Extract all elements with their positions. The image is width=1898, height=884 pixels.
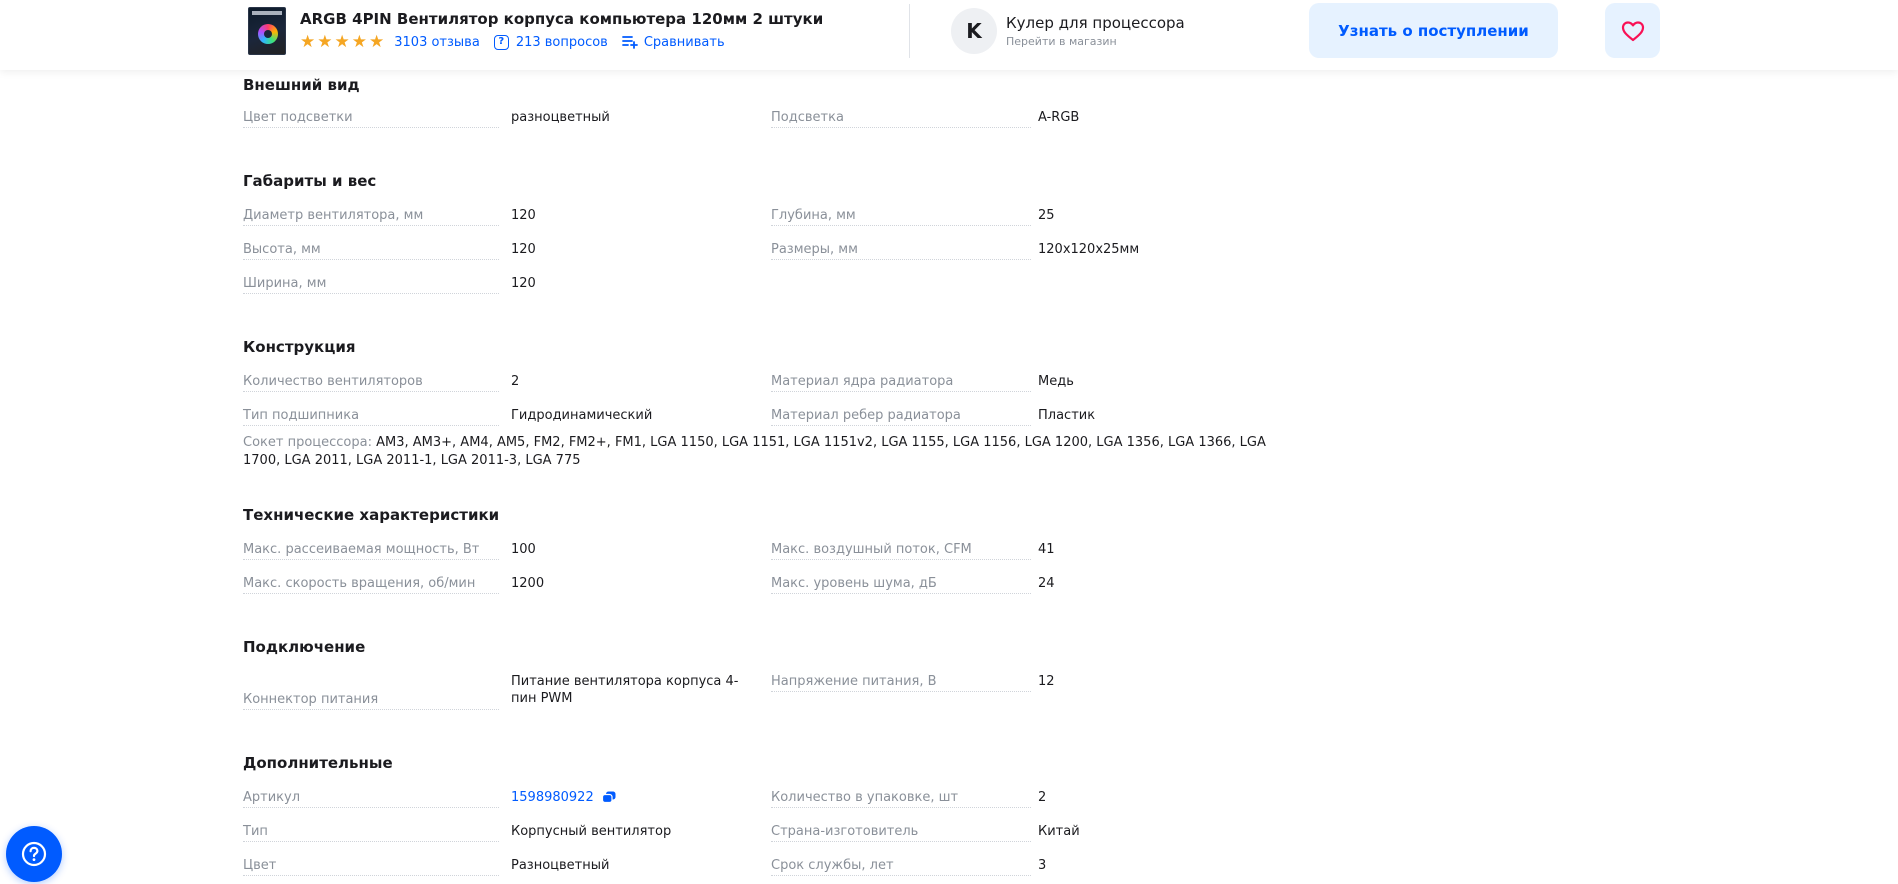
notify-arrival-button[interactable]: Узнать о поступлении [1309, 3, 1558, 58]
star-icon: ★ [334, 31, 350, 52]
help-button[interactable] [6, 826, 62, 882]
spec-value-color: Разноцветный [511, 858, 610, 873]
product-title[interactable]: ARGB 4PIN Вентилятор корпуса компьютера … [300, 10, 823, 28]
spec-value-type: Корпусный вентилятор [511, 824, 672, 839]
spec-label-fin-material: Материал ребер радиатора [771, 408, 1031, 426]
thumbnail-strip [252, 11, 282, 15]
spec-label-max-airflow: Макс. воздушный поток, CFM [771, 542, 1031, 560]
header-divider [909, 4, 910, 58]
spec-label-country: Страна-изготовитель [771, 824, 1031, 842]
spec-value-width: 120 [511, 276, 536, 291]
spec-label-fan-diameter: Диаметр вентилятора, мм [243, 208, 499, 226]
spec-label-type: Тип [243, 824, 499, 842]
spec-label-max-power: Макс. рассеиваемая мощность, Вт [243, 542, 499, 560]
spec-value-power-connector: Питание вентилятора корпуса 4-пин PWM [511, 674, 739, 706]
spec-value-country: Китай [1038, 824, 1080, 839]
star-icon: ★ [317, 31, 333, 52]
shop-name[interactable]: Кулер для процессора [1006, 14, 1185, 32]
spec-label-backlight: Подсветка [771, 110, 1031, 128]
spec-label-color: Цвет [243, 858, 499, 876]
product-thumbnail[interactable] [248, 7, 286, 55]
spec-value-size: 120х120х25мм [1038, 242, 1140, 257]
spec-label-height: Высота, мм [243, 242, 499, 260]
spec-socket: Сокет процессора: AM3, AM3+, AM4, AM5, F… [243, 434, 1303, 470]
question-icon: ? [493, 34, 509, 50]
spec-value-max-airflow: 41 [1038, 542, 1055, 557]
shop-avatar[interactable]: K [951, 8, 997, 54]
spec-value-max-noise: 24 [1038, 576, 1055, 591]
section-title-additional: Дополнительные [243, 754, 393, 772]
spec-label-fan-count: Количество вентиляторов [243, 374, 499, 392]
spec-value-max-speed: 1200 [511, 576, 545, 591]
spec-label-voltage: Напряжение питания, В [771, 674, 1031, 692]
go-to-shop-link[interactable]: Перейти в магазин [1006, 35, 1117, 48]
rating-stars[interactable]: ★ ★ ★ ★ ★ [300, 31, 385, 52]
section-title-appearance: Внешний вид [243, 76, 360, 94]
reviews-link[interactable]: 3103 отзыва [394, 35, 480, 50]
sku-link[interactable]: 1598980922 [511, 790, 594, 805]
star-icon: ★ [369, 31, 385, 52]
spec-value-fan-diameter: 120 [511, 208, 536, 223]
spec-value-max-power: 100 [511, 542, 536, 557]
spec-label-backlight-color: Цвет подсветки [243, 110, 499, 128]
spec-value-lifetime: 3 [1038, 858, 1047, 873]
help-icon [21, 841, 47, 867]
product-sticky-header: ARGB 4PIN Вентилятор корпуса компьютера … [0, 0, 1898, 70]
spec-label-power-connector: Коннектор питания [243, 692, 499, 710]
spec-label-lifetime: Срок службы, лет [771, 858, 1031, 876]
copy-icon[interactable] [601, 791, 616, 804]
section-title-dimensions: Габариты и вес [243, 172, 377, 190]
spec-value-depth: 25 [1038, 208, 1055, 223]
questions-link[interactable]: 213 вопросов [516, 35, 608, 50]
spec-label-pack-qty: Количество в упаковке, шт [771, 790, 1031, 808]
spec-value-voltage: 12 [1038, 674, 1055, 689]
compare-icon [621, 36, 638, 49]
star-icon: ★ [300, 31, 316, 52]
spec-value-pack-qty: 2 [1038, 790, 1047, 805]
spec-value-core-material: Медь [1038, 374, 1074, 389]
favorite-button[interactable] [1605, 3, 1660, 58]
spec-label-width: Ширина, мм [243, 276, 499, 294]
spec-value-height: 120 [511, 242, 536, 257]
spec-label-depth: Глубина, мм [771, 208, 1031, 226]
compare-link[interactable]: Сравнивать [644, 35, 725, 50]
spec-value-fan-count: 2 [511, 374, 520, 389]
spec-value-sku-wrap: 1598980922 [511, 790, 616, 805]
spec-label-max-noise: Макс. уровень шума, дБ [771, 576, 1031, 594]
spec-label-sku: Артикул [243, 790, 499, 808]
heart-icon [1621, 20, 1644, 41]
section-title-technical: Технические характеристики [243, 506, 500, 524]
star-icon: ★ [351, 31, 367, 52]
spec-value-socket: AM3, AM3+, AM4, AM5, FM2, FM2+, FM1, LGA… [243, 435, 1266, 468]
spec-label-core-material: Материал ядра радиатора [771, 374, 1031, 392]
spec-value-backlight-color: разноцветный [511, 110, 610, 125]
spec-value-fin-material: Пластик [1038, 408, 1096, 423]
spec-label-size: Размеры, мм [771, 242, 1031, 260]
spec-label-bearing: Тип подшипника [243, 408, 499, 426]
section-title-connection: Подключение [243, 638, 366, 656]
thumbnail-fan-ring [258, 24, 278, 44]
spec-label-socket: Сокет процессора: [243, 435, 372, 450]
spec-value-bearing: Гидродинамический [511, 408, 653, 423]
section-title-construction: Конструкция [243, 338, 356, 356]
spec-value-backlight: A-RGB [1038, 110, 1080, 125]
spec-label-max-speed: Макс. скорость вращения, об/мин [243, 576, 499, 594]
product-meta-row: ★ ★ ★ ★ ★ 3103 отзыва ? 213 вопросов Сра… [300, 32, 725, 52]
